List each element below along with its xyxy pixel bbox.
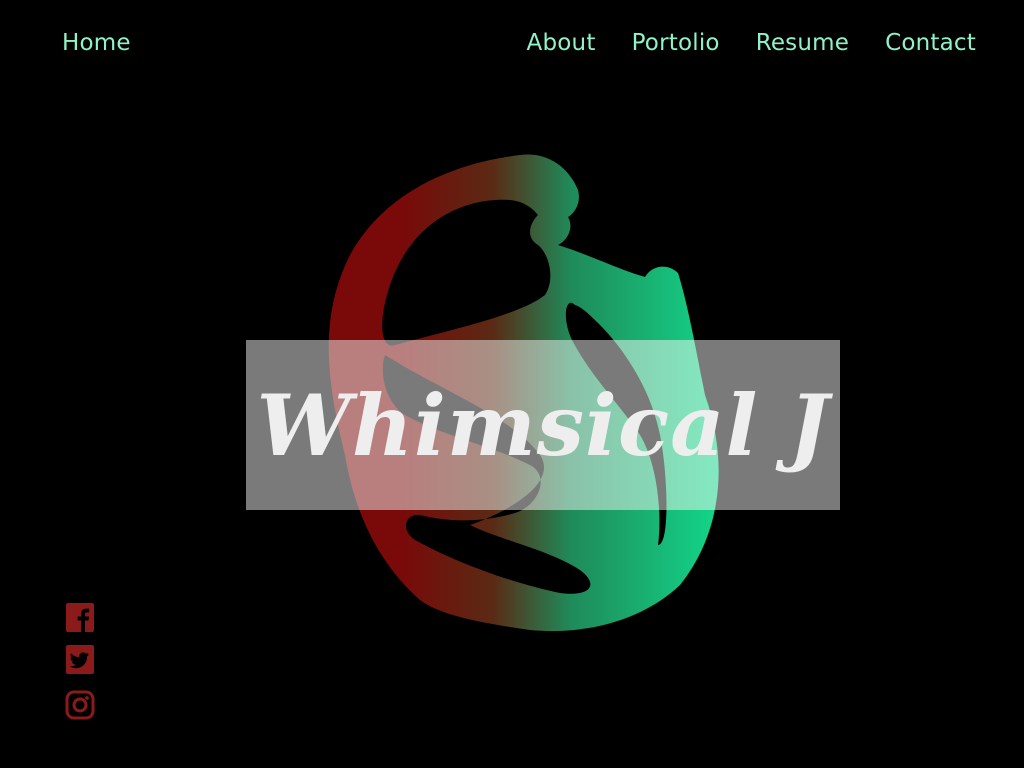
hero-title: Whimsical J: [256, 375, 830, 475]
nav-resume-link[interactable]: Resume: [756, 26, 849, 60]
instagram-icon[interactable]: [64, 689, 96, 721]
twitter-icon[interactable]: [64, 644, 96, 676]
facebook-icon[interactable]: [64, 602, 96, 634]
nav-contact-link[interactable]: Contact: [885, 26, 976, 60]
nav-home-link[interactable]: Home: [62, 26, 131, 60]
main-navigation: About Portolio Resume Contact: [527, 26, 976, 60]
nav-about-link[interactable]: About: [527, 26, 596, 60]
hero-banner: Whimsical J: [246, 340, 840, 510]
nav-portfolio-link[interactable]: Portolio: [632, 26, 720, 60]
